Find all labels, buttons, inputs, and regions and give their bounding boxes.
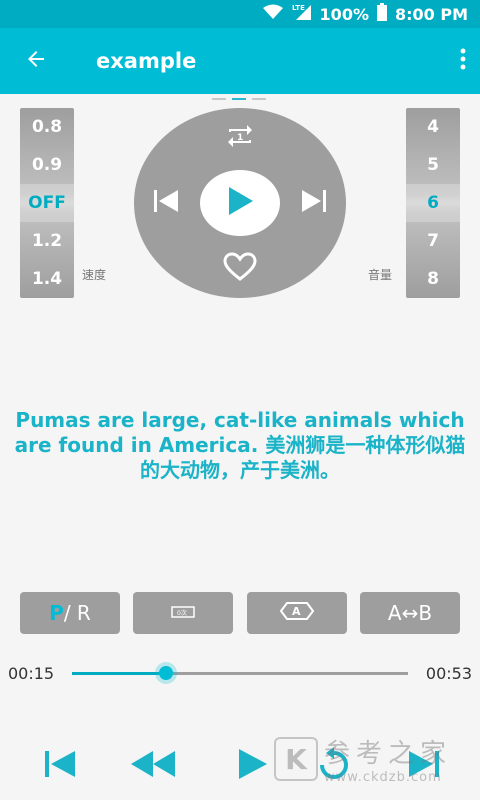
total-time: 00:53 — [425, 664, 472, 683]
more-vert-icon — [460, 48, 466, 74]
pause-resume-mode-button[interactable]: P / R — [20, 592, 120, 634]
repeat-count-icon: 0次 — [171, 601, 195, 625]
skip-previous-icon — [152, 188, 180, 218]
svg-text:1: 1 — [237, 133, 243, 143]
heart-outline-icon — [223, 252, 257, 286]
page-dot-active — [232, 98, 246, 100]
overflow-menu-button[interactable] — [460, 48, 466, 74]
volume-option[interactable]: 8 — [406, 260, 460, 298]
speed-label: 速度 — [82, 268, 107, 282]
seek-thumb[interactable] — [159, 666, 174, 680]
mode-bar: P / R 0次 A A↔B — [20, 592, 460, 634]
battery-percent: 100% — [319, 4, 369, 24]
page-dot — [212, 98, 226, 100]
volume-option[interactable]: 5 — [406, 146, 460, 184]
seek-bar-fill — [72, 672, 167, 675]
volume-picker[interactable]: 4 5 6 7 8 — [406, 108, 460, 298]
volume-label: 音量 — [368, 268, 393, 282]
play-icon — [235, 747, 269, 785]
ab-repeat-button[interactable]: A↔B — [360, 592, 460, 634]
speed-option[interactable]: 0.9 — [20, 146, 74, 184]
signal-icon: LTE — [292, 3, 312, 25]
play-button[interactable] — [200, 170, 280, 236]
play-button-bottom[interactable] — [232, 744, 272, 788]
wifi-icon — [262, 4, 284, 24]
skip-first-icon — [43, 749, 77, 783]
speed-option[interactable]: 0.8 — [20, 108, 74, 146]
repeat-one-icon: 1 — [225, 122, 255, 154]
pr-p-label: P — [49, 601, 64, 625]
current-time: 00:15 — [8, 664, 55, 683]
speed-option-selected[interactable]: OFF — [20, 184, 74, 222]
repeat-one-button[interactable]: 1 — [222, 122, 258, 154]
first-button[interactable] — [40, 744, 80, 788]
svg-text:0次: 0次 — [177, 609, 187, 617]
repeat-count-button[interactable]: 0次 — [133, 592, 233, 634]
battery-icon — [376, 3, 387, 25]
watermark-url: www.ckdzb.com — [324, 770, 442, 785]
pr-rest-label: / R — [63, 601, 91, 625]
speed-option[interactable]: 1.2 — [20, 222, 74, 260]
previous-button[interactable] — [150, 188, 182, 218]
volume-option[interactable]: 7 — [406, 222, 460, 260]
rewind-icon — [129, 749, 177, 783]
volume-option[interactable]: 4 — [406, 108, 460, 146]
status-time: 8:00 PM — [394, 4, 468, 24]
watermark-cn: 参考之家 — [324, 739, 453, 769]
a-point-button[interactable]: A — [247, 592, 347, 634]
skip-next-icon — [300, 188, 328, 218]
seek-bar[interactable] — [72, 666, 408, 680]
volume-option-selected[interactable]: 6 — [406, 184, 460, 222]
favorite-button[interactable] — [222, 252, 258, 286]
subtitle-text: Pumas are large, cat-like animals which … — [10, 408, 470, 483]
next-button[interactable] — [298, 188, 330, 218]
page-dot — [252, 98, 266, 100]
svg-text:A: A — [292, 605, 301, 618]
svg-text:LTE: LTE — [292, 4, 305, 12]
control-wheel: 1 — [134, 108, 346, 298]
a-point-icon: A — [279, 601, 315, 626]
speed-option[interactable]: 1.4 — [20, 260, 74, 298]
watermark: K 参考之家 www.ckdzb.com — [274, 722, 474, 796]
back-button[interactable] — [0, 47, 72, 75]
page-indicator — [212, 98, 266, 100]
page-title: example — [96, 49, 197, 73]
play-icon — [225, 185, 255, 221]
watermark-logo: K — [274, 737, 318, 781]
rewind-button[interactable] — [128, 744, 178, 788]
arrow-left-icon — [24, 47, 48, 75]
speed-picker[interactable]: 0.8 0.9 OFF 1.2 1.4 — [20, 108, 74, 298]
app-bar: example — [0, 28, 480, 94]
status-bar: LTE 100% 8:00 PM — [0, 0, 480, 28]
